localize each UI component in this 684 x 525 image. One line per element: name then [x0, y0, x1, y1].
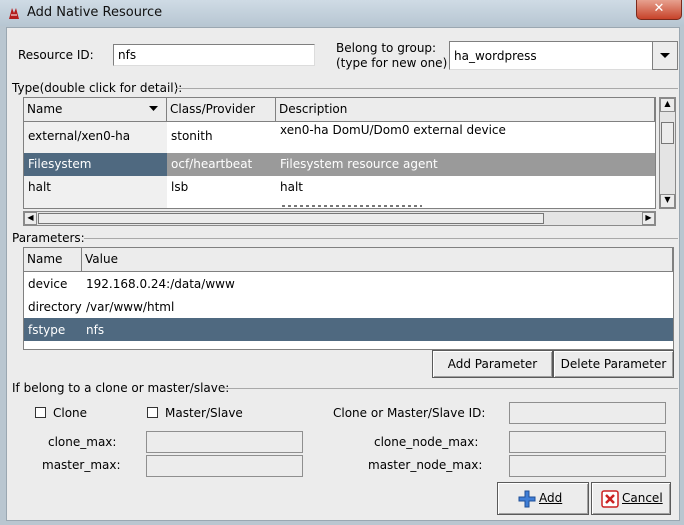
type-row-name: halt [28, 180, 51, 194]
parameters-section-divider [84, 238, 678, 239]
plus-icon [518, 490, 536, 508]
group-label-line1: Belong to group: [336, 41, 437, 55]
type-col-name-label: Name [27, 102, 63, 116]
clone-section-divider [220, 388, 678, 389]
window-title: Add Native Resource [27, 5, 163, 20]
add-parameter-button[interactable]: Add Parameter [432, 350, 553, 378]
app-logo-icon [6, 5, 22, 21]
scroll-thumb[interactable] [661, 122, 674, 144]
cancel-button-label: Cancel [622, 491, 663, 505]
add-button[interactable]: Add [497, 482, 589, 515]
scroll-down-arrow-icon[interactable]: ▼ [660, 194, 675, 208]
horizontal-scroll-thumb[interactable] [38, 213, 544, 224]
clone-id-label: Clone or Master/Slave ID: [333, 406, 486, 420]
param-row-value: 192.168.0.24:/data/www [86, 277, 235, 291]
master-node-max-input[interactable] [509, 455, 666, 477]
type-row-name: Filesystem [28, 157, 92, 171]
delete-parameter-button[interactable]: Delete Parameter [553, 350, 674, 378]
type-row-selected[interactable]: Filesystem ocf/heartbeat Filesystem reso… [24, 153, 655, 176]
type-col-description-header[interactable]: Description [276, 98, 655, 122]
clone-checkbox-label[interactable]: Clone [53, 406, 87, 420]
type-section-label: Type(double click for detail): [12, 81, 183, 95]
master-slave-checkbox[interactable] [147, 407, 158, 418]
type-row-provider: lsb [171, 180, 189, 194]
scroll-left-arrow-icon[interactable]: ◀ [24, 212, 37, 225]
param-row[interactable]: device 192.168.0.24:/data/www [24, 272, 673, 295]
type-section-divider [176, 88, 678, 89]
clone-section-label: If belong to a clone or master/slave: [12, 381, 230, 395]
master-max-label: master_max: [42, 458, 121, 472]
group-dropdown-button[interactable] [652, 41, 678, 70]
clone-node-max-label: clone_node_max: [374, 435, 479, 449]
scroll-up-arrow-icon[interactable]: ▲ [660, 98, 675, 112]
parameters-table[interactable]: Name Value device 192.168.0.24:/data/www… [23, 247, 674, 350]
param-row-selected[interactable]: fstype nfs [24, 318, 673, 341]
clone-max-label: clone_max: [48, 435, 117, 449]
master-max-input[interactable] [146, 455, 303, 477]
type-col-provider-header[interactable]: Class/Provider [167, 98, 276, 122]
type-col-name-header[interactable]: Name [24, 98, 167, 122]
param-row[interactable]: directory /var/www/html [24, 295, 673, 318]
clipped-row-fragment [282, 203, 422, 207]
clone-id-input[interactable] [509, 402, 666, 424]
group-label-line2: (type for new one) [336, 56, 448, 70]
type-row[interactable]: halt lsb halt [24, 176, 655, 198]
background-window-ghost [160, 6, 590, 20]
param-row-value: /var/www/html [86, 300, 175, 314]
param-col-name-header[interactable]: Name [24, 248, 82, 272]
clone-node-max-input[interactable] [509, 431, 666, 453]
resource-id-input[interactable]: nfs [113, 44, 315, 66]
type-table[interactable]: Name Class/Provider Description external… [23, 97, 656, 209]
type-horizontal-scrollbar[interactable]: ◀ ▶ [23, 211, 656, 226]
master-node-max-label: master_node_max: [368, 458, 483, 472]
master-slave-checkbox-label[interactable]: Master/Slave [165, 406, 243, 420]
param-row-value: nfs [86, 323, 105, 337]
type-row-name: external/xen0-ha [28, 129, 131, 143]
parameters-section-label: Parameters: [12, 231, 85, 245]
clone-max-input[interactable] [146, 431, 303, 453]
cancel-button[interactable]: Cancel [591, 482, 671, 515]
resource-id-label: Resource ID: [18, 48, 94, 62]
close-window-button[interactable]: ✕ [636, 0, 682, 20]
type-row[interactable]: external/xen0-ha stonith xen0-ha DomU/Do… [24, 122, 655, 153]
param-row-name: fstype [28, 323, 66, 337]
type-row-description: xen0-ha DomU/Dom0 external device [280, 123, 506, 137]
type-row-provider: ocf/heartbeat [171, 157, 253, 171]
group-combobox-input[interactable]: ha_wordpress [449, 41, 653, 70]
cancel-x-icon [601, 490, 619, 508]
chevron-down-icon [660, 53, 670, 58]
scroll-right-arrow-icon[interactable]: ▶ [642, 212, 655, 225]
type-row-description: Filesystem resource agent [280, 157, 438, 171]
param-row-name: directory [28, 300, 82, 314]
type-row-provider: stonith [171, 129, 213, 143]
clone-checkbox[interactable] [35, 407, 46, 418]
add-button-label: Add [539, 491, 563, 505]
type-vertical-scrollbar[interactable]: ▲ ▼ [659, 97, 676, 209]
param-row-name: device [28, 277, 68, 291]
type-row-description: halt [280, 180, 303, 194]
sort-desc-icon [149, 106, 158, 111]
param-col-value-header[interactable]: Value [82, 248, 673, 272]
